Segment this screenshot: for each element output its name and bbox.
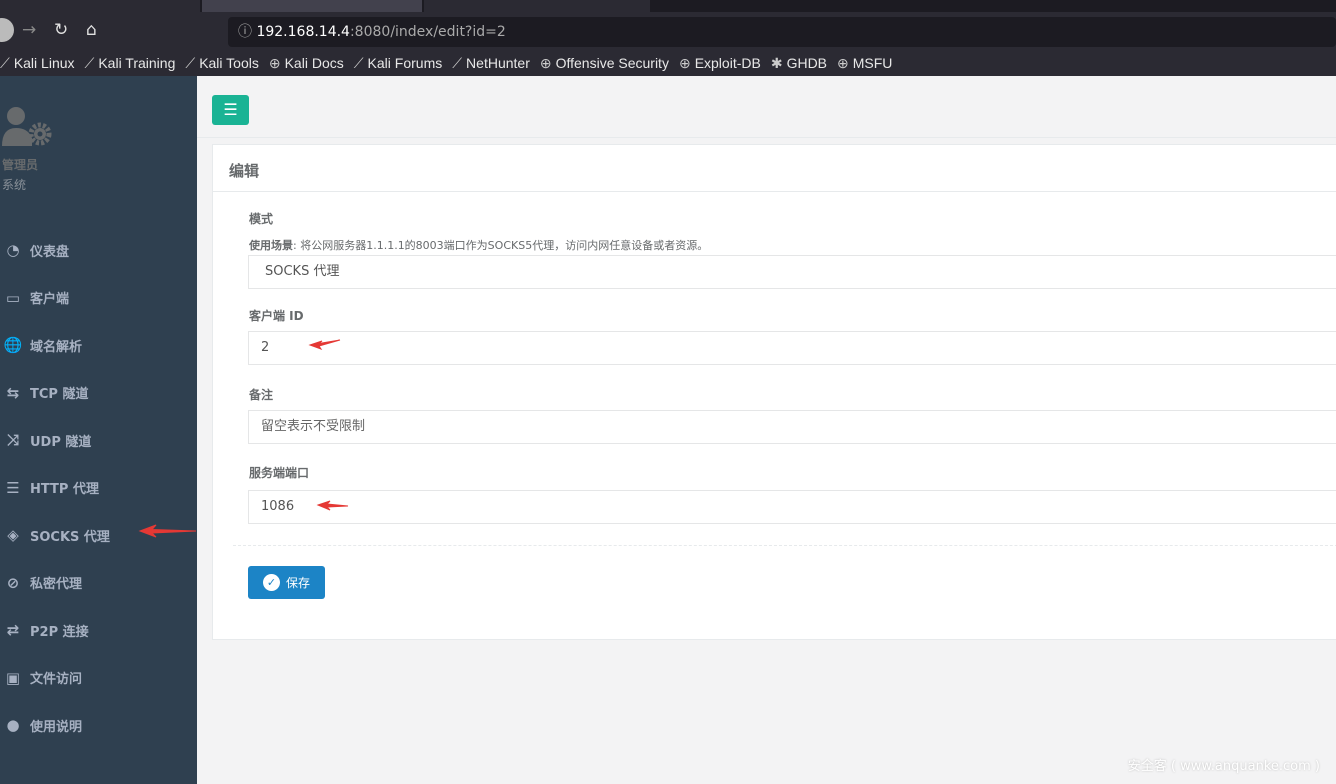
menu-toggle-button[interactable]: ☰: [212, 95, 249, 125]
forward-button[interactable]: →: [22, 20, 36, 40]
globe-icon: ⊕: [678, 54, 691, 71]
sidebar-item-7[interactable]: ⊘ 私密代理: [2, 571, 82, 595]
dashboard-icon: ◔: [6, 241, 20, 259]
sidebar: 管理员 系统 ◔ 仪表盘 ▭ 客户端 🌐 域名解析 ⇆ TCP 隧道 ⤨ UDP 隧道 ☰ HTTP …: [0, 76, 197, 784]
tab-strip: [0, 0, 1336, 12]
edit-panel: 编辑 模式 使用场景: 将公网服务器1.1.1.1的8003端口作为SOCKS5…: [212, 144, 1336, 640]
sidebar-item-10[interactable]: ● 使用说明: [2, 713, 82, 737]
globe-icon: ⊕: [837, 54, 849, 71]
sidebar-item-1[interactable]: ▭ 客户端: [2, 286, 69, 310]
mode-help: 使用场景: 将公网服务器1.1.1.1的8003端口作为SOCKS5代理，访问内…: [249, 239, 709, 252]
mode-select[interactable]: SOCKS 代理: [248, 255, 1336, 289]
globe-icon: ⊕: [268, 54, 281, 71]
info-icon: ⓘ: [238, 24, 257, 40]
bookmarks-bar: ⟋ Kali Linux ⟋ Kali Training ⟋ Kali Tools ⊕ Kal…: [0, 50, 1336, 76]
bookmark-ghdb[interactable]: ✱ GHDB: [771, 55, 827, 72]
retweet-icon: ⇆: [6, 383, 20, 402]
mode-label: 模式: [249, 212, 274, 226]
briefcase-icon: ▣: [5, 668, 21, 687]
sidebar-item-6[interactable]: ◈ SOCKS 代理: [2, 523, 110, 547]
divider: [233, 545, 1336, 546]
nav-bar: → ↻ ⌂ ⓘ 192.168.14.4:8080/index/edit?id=…: [0, 12, 1336, 50]
sidebar-item-9[interactable]: ▣ 文件访问: [2, 666, 82, 690]
url-bar[interactable]: ⓘ 192.168.14.4:8080/index/edit?id=2: [228, 17, 1336, 47]
top-bar: ☰: [197, 76, 1336, 138]
bookmark-kali-docs[interactable]: ⊕ Kali Docs: [269, 55, 344, 72]
save-button[interactable]: ✓ 保存: [248, 566, 325, 599]
watermark: 安全客 ( www.anquanke.com ): [1127, 759, 1320, 774]
layers-icon: ◈: [7, 526, 19, 544]
bookmark-offensive-security[interactable]: ⊕ Offensive Security: [540, 55, 669, 72]
bookmark-nethunter[interactable]: ⟋ NetHunter: [452, 55, 530, 72]
bookmark-kali-forums[interactable]: ⟋ Kali Forums: [354, 55, 443, 72]
home-button[interactable]: ⌂: [86, 20, 97, 40]
sidebar-item-2[interactable]: 🌐 域名解析: [2, 333, 82, 357]
back-button[interactable]: [0, 18, 14, 42]
client-id-label: 客户端 ID: [249, 309, 304, 323]
sidebar-item-5[interactable]: ☰ HTTP 代理: [2, 476, 99, 500]
browser-tab-active[interactable]: [202, 0, 422, 12]
globe-icon: 🌐: [3, 336, 23, 354]
kali-dragon-icon: ⟋: [452, 54, 463, 71]
bookmark-exploit-db[interactable]: ⊕ Exploit-DB: [679, 55, 761, 72]
server-port-label: 服务端端口: [249, 466, 310, 480]
kali-dragon-icon: ⟋: [185, 54, 196, 71]
bookmark-msfu[interactable]: ⊕ MSFU: [837, 55, 892, 72]
bookmark-kali-tools[interactable]: ⟋ Kali Tools: [185, 55, 258, 72]
bookmark-kali-linux[interactable]: ⟋ Kali Linux: [0, 55, 75, 72]
user-gear-icon: [2, 107, 52, 146]
reload-button[interactable]: ↻: [54, 20, 68, 40]
lightbulb-icon: ●: [6, 716, 20, 734]
kali-dragon-icon: ⟋: [0, 54, 10, 71]
panel-title: 编辑: [213, 145, 1336, 192]
eye-slash-icon: ⊘: [6, 573, 20, 592]
kali-dragon-icon: ⟋: [353, 54, 364, 71]
desktop-icon: ▭: [5, 288, 21, 307]
profile: 管理员 系统: [2, 106, 54, 192]
server-icon: ☰: [6, 478, 20, 497]
browser-tab[interactable]: [0, 0, 200, 12]
remark-label: 备注: [249, 388, 274, 402]
globe-icon: ⊕: [539, 54, 552, 71]
browser-tab[interactable]: [424, 0, 650, 12]
check-circle-icon: ✓: [262, 574, 280, 591]
exchange-icon: ⇄: [6, 621, 20, 639]
client-id-input[interactable]: 2: [248, 331, 1336, 365]
server-port-input[interactable]: 1086: [248, 490, 1336, 524]
random-icon: ⤨: [6, 431, 19, 449]
remark-input[interactable]: 留空表示不受限制: [248, 410, 1336, 444]
annotation-arrows: [138, 339, 349, 538]
sidebar-item-8[interactable]: ⇄ P2P 连接: [2, 618, 89, 642]
sidebar-item-3[interactable]: ⇆ TCP 隧道: [2, 381, 89, 405]
sidebar-item-4[interactable]: ⤨ UDP 隧道: [2, 428, 91, 452]
sidebar-item-0[interactable]: ◔ 仪表盘: [2, 238, 69, 262]
bookmark-kali-training[interactable]: ⟋ Kali Training: [85, 55, 176, 72]
kali-dragon-icon: ⟋: [84, 54, 95, 71]
ghdb-icon: ✱: [770, 54, 783, 71]
